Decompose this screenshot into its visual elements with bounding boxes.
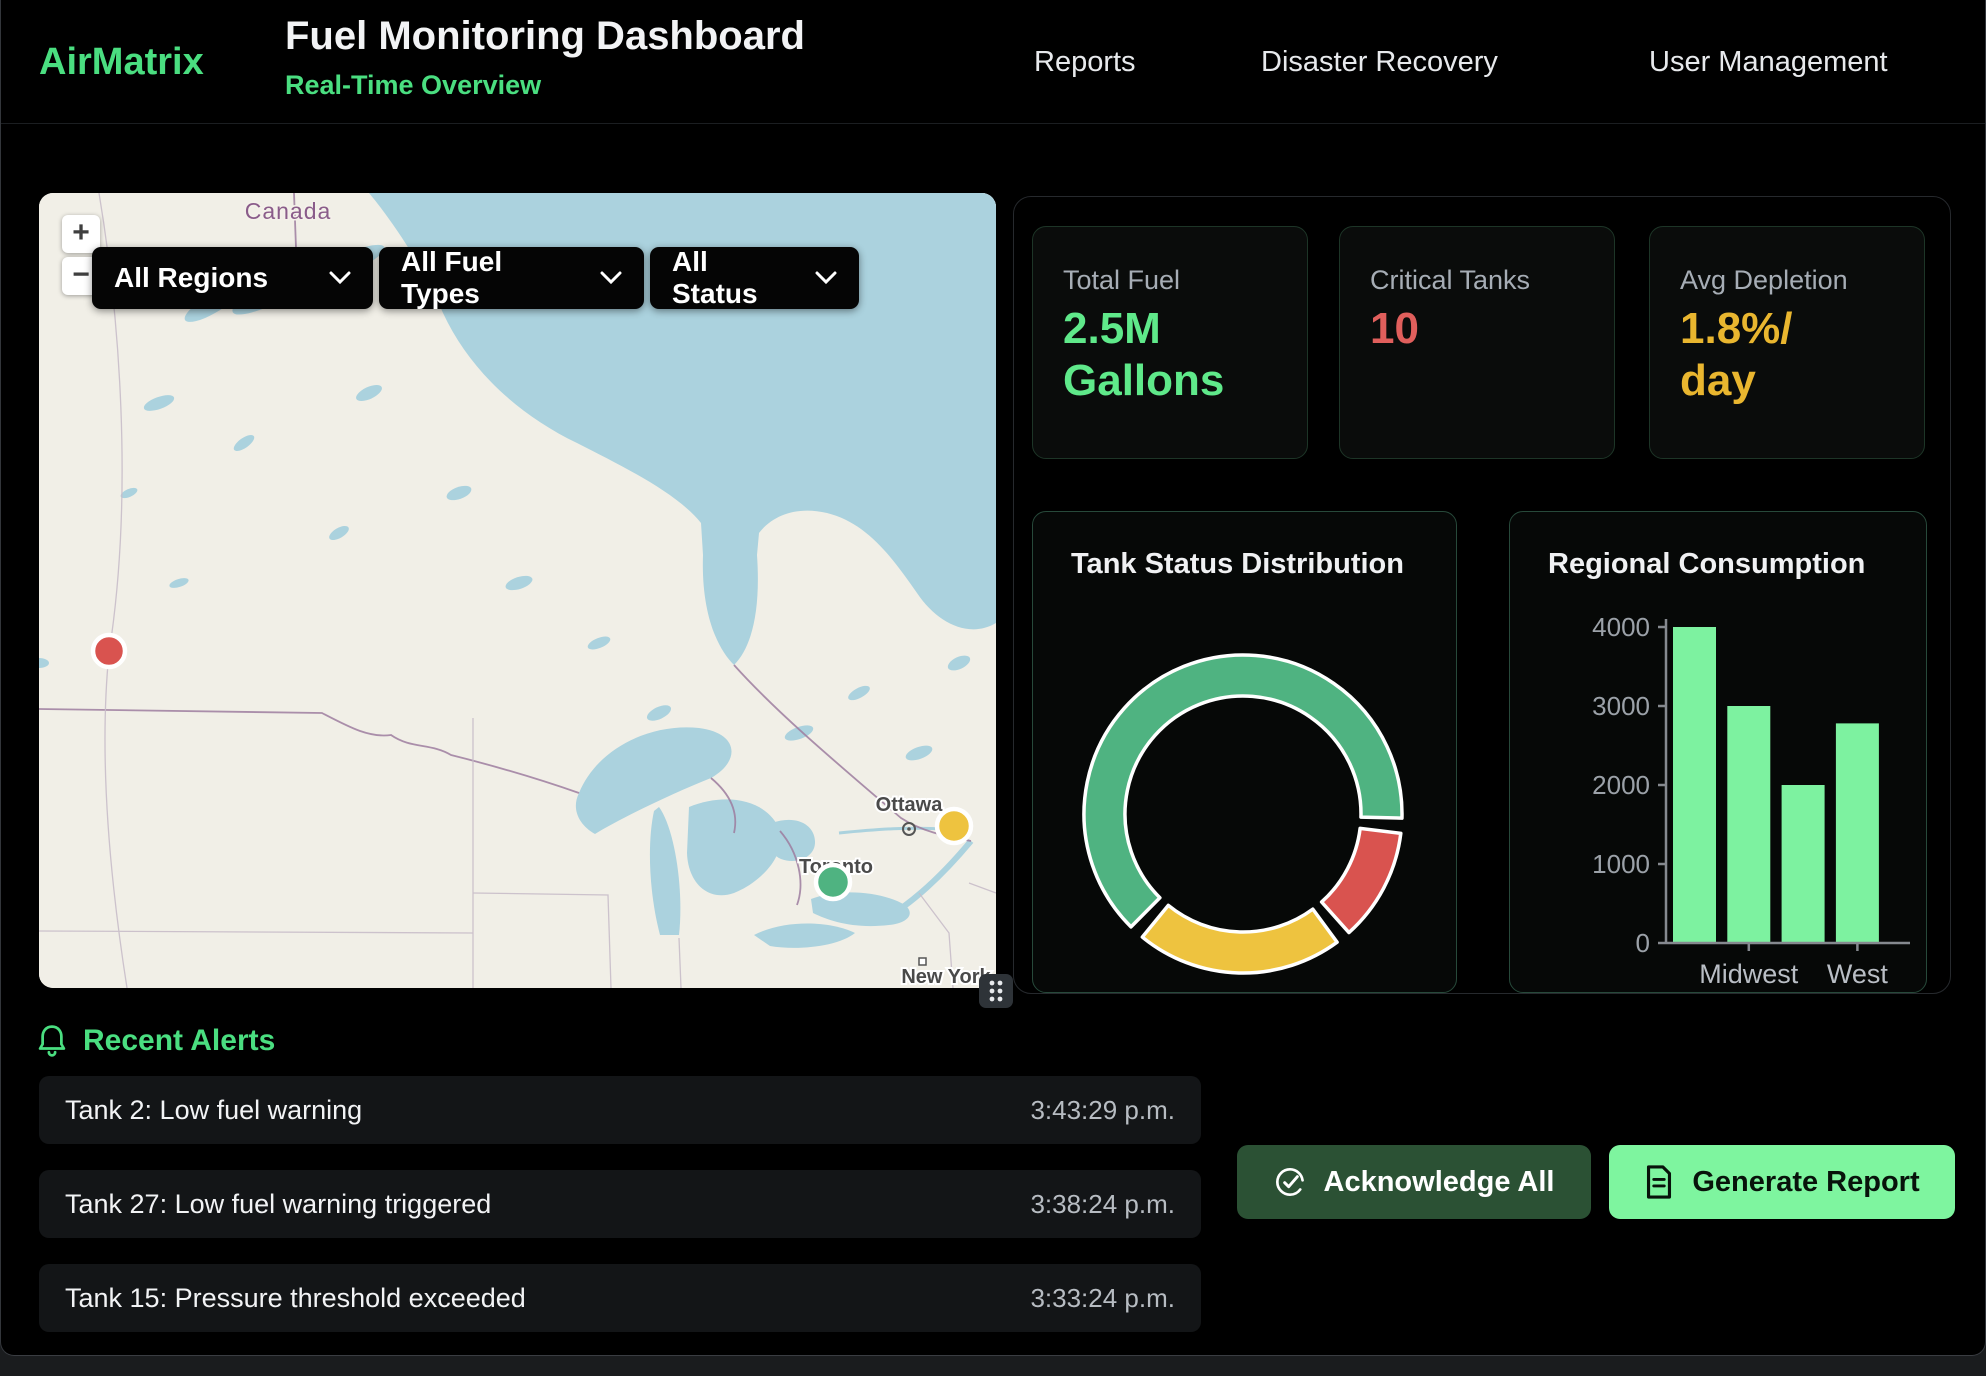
acknowledge-all-label: Acknowledge All	[1324, 1166, 1555, 1199]
svg-text:4000: 4000	[1592, 612, 1650, 642]
warning-tank-marker[interactable]	[937, 809, 971, 843]
alert-message: Tank 27: Low fuel warning triggered	[65, 1189, 491, 1220]
chevron-down-icon	[303, 271, 351, 285]
stat-label: Total Fuel	[1063, 265, 1180, 296]
svg-text:0: 0	[1636, 928, 1650, 958]
map-resize-handle[interactable]	[979, 974, 1013, 1008]
map-label-canada: Canada	[245, 198, 332, 224]
stat-value: 2.5M Gallons	[1063, 303, 1224, 407]
alert-row[interactable]: Tank 15: Pressure threshold exceeded 3:3…	[39, 1264, 1201, 1332]
recent-alerts-heading: Recent Alerts	[37, 1024, 275, 1058]
stat-label: Avg Depletion	[1680, 265, 1848, 296]
map-label-new-york: New York	[901, 966, 991, 988]
svg-text:1000: 1000	[1592, 849, 1650, 879]
svg-text:Midwest: Midwest	[1699, 959, 1799, 989]
critical-tank-marker[interactable]	[93, 635, 125, 667]
status-filter-dropdown[interactable]: All Status	[650, 247, 859, 309]
tank-status-donut-chart	[1033, 512, 1457, 993]
drag-dots-icon	[986, 978, 1006, 1004]
map-terrain: Canada Ottawa Toronto New York	[39, 193, 996, 988]
stat-value: 1.8%/ day	[1680, 303, 1793, 407]
svg-text:2000: 2000	[1592, 770, 1650, 800]
chevron-down-icon	[574, 271, 622, 285]
check-circle-icon	[1274, 1166, 1306, 1198]
stat-label: Critical Tanks	[1370, 265, 1530, 296]
fuel-monitoring-dashboard: AirMatrix Fuel Monitoring Dashboard Real…	[0, 0, 1986, 1356]
regional-consumption-chart-card: Regional Consumption 01000200030004000Mi…	[1509, 511, 1927, 993]
map-label-ottawa: Ottawa	[876, 794, 944, 816]
page-title: Fuel Monitoring Dashboard	[285, 14, 805, 59]
bell-icon	[37, 1024, 67, 1058]
alert-timestamp: 3:38:24 p.m.	[1030, 1189, 1175, 1220]
region-filter-dropdown[interactable]: All Regions	[92, 247, 373, 309]
normal-tank-marker[interactable]	[816, 865, 850, 899]
app-logo: AirMatrix	[39, 41, 204, 84]
stat-value: 10	[1370, 303, 1419, 355]
regional-consumption-bar-chart: 0 1000 2000 3000 4000 Midwest West	[1510, 512, 1927, 993]
status-filter-value: All Status	[672, 246, 789, 310]
nav-disaster-recovery[interactable]: Disaster Recovery	[1261, 46, 1498, 79]
region-filter-value: All Regions	[114, 262, 268, 294]
report-document-icon	[1644, 1165, 1674, 1199]
map-canvas[interactable]: Canada Ottawa Toronto New York + − All R…	[39, 193, 996, 988]
stat-card-total-fuel: Total Fuel 2.5M Gallons	[1032, 226, 1308, 459]
recent-alerts-title: Recent Alerts	[83, 1024, 275, 1058]
chevron-down-icon	[789, 271, 837, 285]
svg-text:3000: 3000	[1592, 691, 1650, 721]
fuel-type-filter-dropdown[interactable]: All Fuel Types	[379, 247, 644, 309]
acknowledge-all-button[interactable]: Acknowledge All	[1237, 1145, 1591, 1219]
map-zoom-in-button[interactable]: +	[62, 215, 100, 253]
tank-status-chart-card: Tank Status Distribution	[1032, 511, 1457, 993]
alert-timestamp: 3:43:29 p.m.	[1030, 1095, 1175, 1126]
alert-message: Tank 15: Pressure threshold exceeded	[65, 1283, 526, 1314]
nav-user-management[interactable]: User Management	[1649, 46, 1888, 79]
new-york-town-icon	[919, 958, 926, 965]
generate-report-label: Generate Report	[1692, 1166, 1919, 1199]
alert-row[interactable]: Tank 2: Low fuel warning 3:43:29 p.m.	[39, 1076, 1201, 1144]
overview-panel: Total Fuel 2.5M Gallons Critical Tanks 1…	[1013, 196, 1951, 994]
generate-report-button[interactable]: Generate Report	[1609, 1145, 1955, 1219]
fuel-type-filter-value: All Fuel Types	[401, 246, 574, 310]
alert-message: Tank 2: Low fuel warning	[65, 1095, 362, 1126]
nav-reports[interactable]: Reports	[1034, 46, 1136, 79]
alert-timestamp: 3:33:24 p.m.	[1030, 1283, 1175, 1314]
stat-card-avg-depletion: Avg Depletion 1.8%/ day	[1649, 226, 1925, 459]
svg-text:West: West	[1827, 959, 1889, 989]
alert-row[interactable]: Tank 27: Low fuel warning triggered 3:38…	[39, 1170, 1201, 1238]
header: AirMatrix Fuel Monitoring Dashboard Real…	[1, 0, 1985, 124]
page-subtitle: Real-Time Overview	[285, 70, 541, 101]
stat-card-critical-tanks: Critical Tanks 10	[1339, 226, 1615, 459]
